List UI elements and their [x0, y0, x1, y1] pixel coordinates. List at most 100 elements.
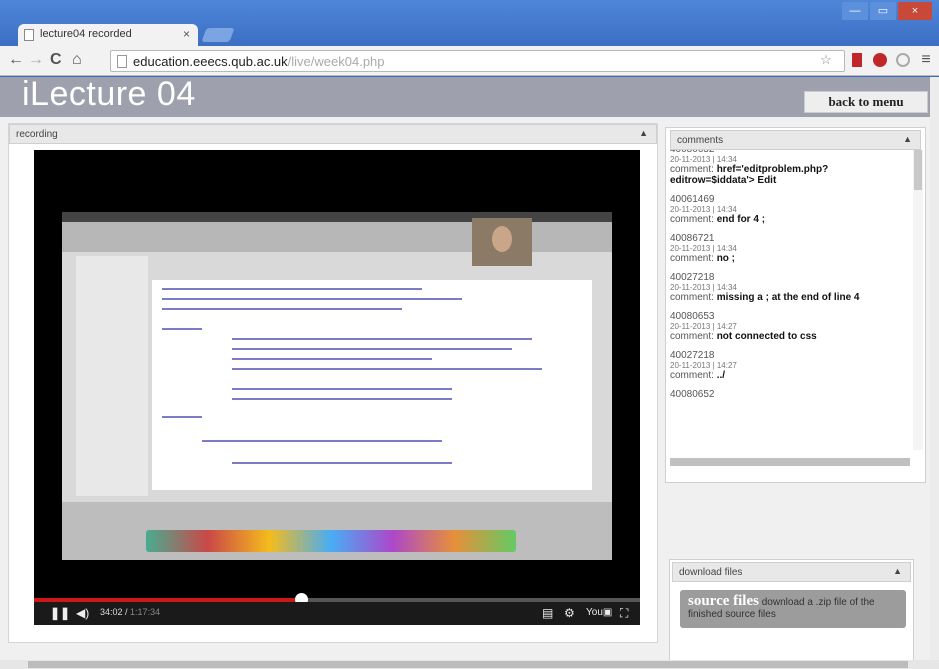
video-code-editor [152, 280, 592, 490]
comment-author: 40027218 [670, 350, 715, 361]
video-time: 34:02 / 1:17:34 [100, 607, 161, 617]
comments-label: comments [677, 135, 724, 146]
tab-close-icon[interactable]: × [183, 27, 190, 41]
home-icon[interactable]: ⌂ [72, 51, 82, 69]
comment-prefix: comment: [670, 214, 717, 225]
download-panel: download files ▲ source files download a… [669, 559, 914, 669]
download-label: download files [679, 567, 743, 578]
bookmark-extension-icon[interactable] [852, 53, 862, 67]
settings-gear-icon[interactable]: ⚙ [564, 606, 575, 620]
browser-titlebar: lecture04 recorded × — ▭ × [0, 0, 939, 46]
page-title: iLecture 04 [22, 75, 196, 113]
video-controls: ❚❚ ◀) 34:02 / 1:17:34 ▤ ⚙ You▣ ⛶ [34, 602, 640, 625]
comment-prefix: comment: [670, 164, 717, 175]
code-line [232, 388, 452, 390]
code-line [232, 462, 452, 464]
recording-panel-header[interactable]: recording ▲ [9, 124, 657, 144]
comment-body: comment: not connected to css [670, 331, 910, 342]
comment-text: ../ [716, 370, 726, 381]
list-item: 40086721 20-11-2013 | 14:34 comment: no … [670, 233, 910, 264]
code-line [162, 288, 422, 290]
comment-time: 20-11-2013 | 14:34 [670, 283, 737, 292]
code-line [162, 298, 462, 300]
source-files-title: source files [688, 593, 759, 609]
opera-extension-icon[interactable] [873, 53, 887, 67]
comment-time: 20-11-2013 | 14:34 [670, 244, 737, 253]
comment-body: comment: ../ [670, 370, 910, 381]
code-line [162, 308, 402, 310]
extension-icon[interactable] [896, 53, 910, 67]
pause-icon[interactable]: ❚❚ [50, 606, 70, 620]
comment-text: not connected to css [716, 331, 817, 342]
tab-title: lecture04 recorded [40, 28, 132, 40]
page-vertical-scrollbar[interactable] [930, 77, 939, 660]
webcam-overlay [472, 218, 532, 266]
minimize-button[interactable]: — [842, 2, 868, 20]
collapse-icon[interactable]: ▲ [893, 566, 902, 576]
code-line [232, 368, 542, 370]
comment-time: 20-11-2013 | 14:34 [670, 155, 737, 164]
comments-list[interactable]: 40080652 20-11-2013 | 14:34 comment: hre… [670, 150, 910, 450]
list-item: 40027218 20-11-2013 | 14:27 comment: ../ [670, 350, 910, 381]
face [492, 226, 512, 252]
comments-panel-header[interactable]: comments ▲ [670, 130, 921, 150]
comment-time: 20-11-2013 | 14:34 [670, 205, 737, 214]
maximize-button[interactable]: ▭ [870, 2, 896, 20]
comment-text: missing a ; at the end of line 4 [716, 292, 860, 303]
comment-body: comment: missing a ; at the end of line … [670, 292, 910, 303]
comment-author: 40061469 [670, 194, 715, 205]
bookmark-star-icon[interactable]: ☆ [818, 52, 834, 68]
page-icon [24, 29, 34, 41]
new-tab-button[interactable] [201, 28, 235, 42]
comment-time: 20-11-2013 | 14:27 [670, 322, 737, 331]
youtube-logo-icon[interactable]: You▣ [586, 606, 612, 620]
document-icon [117, 55, 127, 68]
list-item: 40080652 20-11-2013 | 14:34 comment: hre… [670, 150, 910, 186]
code-line [162, 328, 202, 330]
back-to-menu-button[interactable]: back to menu [804, 91, 928, 113]
fullscreen-icon[interactable]: ⛶ [620, 606, 628, 620]
recording-label: recording [16, 129, 58, 140]
url-path: /live/week04.php [287, 54, 385, 69]
comment-body: comment: no ; [670, 253, 910, 264]
comment-time: 20-11-2013 | 14:27 [670, 361, 737, 370]
scrollbar-thumb[interactable] [914, 150, 922, 190]
source-files-button[interactable]: source files download a .zip file of the… [680, 590, 906, 628]
comment-prefix: comment: [670, 292, 717, 303]
comments-horizontal-scrollbar[interactable] [670, 458, 910, 466]
code-line [162, 416, 202, 418]
comment-author: 40080653 [670, 311, 715, 322]
duration: 1:17:34 [130, 607, 161, 617]
code-line [232, 358, 432, 360]
comment-body: comment: href='editproblem.php?editrow=$… [670, 164, 910, 186]
browser-tab[interactable]: lecture04 recorded × [18, 24, 198, 46]
collapse-icon[interactable]: ▲ [903, 134, 912, 144]
reload-icon[interactable]: C [50, 51, 62, 69]
page-header: iLecture 04 back to menu [0, 75, 939, 117]
comment-author: 40027218 [670, 272, 715, 283]
list-item: 40061469 20-11-2013 | 14:34 comment: end… [670, 194, 910, 225]
page-horizontal-scrollbar[interactable] [0, 660, 939, 669]
collapse-icon[interactable]: ▲ [639, 128, 648, 138]
window-close-button[interactable]: × [898, 2, 932, 20]
scrollbar-thumb[interactable] [28, 661, 908, 668]
browser-toolbar: ← → C ⌂ education.eeecs.qub.ac.uk/live/w… [0, 46, 939, 76]
comments-panel: comments ▲ 40080652 20-11-2013 | 14:34 c… [665, 127, 926, 483]
download-panel-header[interactable]: download files ▲ [672, 562, 911, 582]
back-arrow-icon[interactable]: ← [8, 51, 24, 69]
url-host: education.eeecs.qub.ac.uk [133, 54, 288, 69]
forward-arrow-icon[interactable]: → [28, 51, 44, 69]
video-dock [146, 530, 516, 552]
video-player[interactable]: ❚❚ ◀) 34:02 / 1:17:34 ▤ ⚙ You▣ ⛶ [34, 150, 640, 625]
address-bar[interactable]: education.eeecs.qub.ac.uk/live/week04.ph… [110, 50, 845, 72]
code-line [232, 398, 452, 400]
comment-prefix: comment: [670, 331, 717, 342]
menu-icon[interactable]: ≡ [918, 52, 934, 68]
code-line [202, 440, 442, 442]
video-frame [62, 212, 612, 560]
comments-scrollbar[interactable] [913, 150, 923, 450]
volume-icon[interactable]: ◀) [76, 606, 89, 620]
comment-author: 40086721 [670, 233, 715, 244]
captions-icon[interactable]: ▤ [542, 606, 553, 620]
code-line [232, 338, 532, 340]
